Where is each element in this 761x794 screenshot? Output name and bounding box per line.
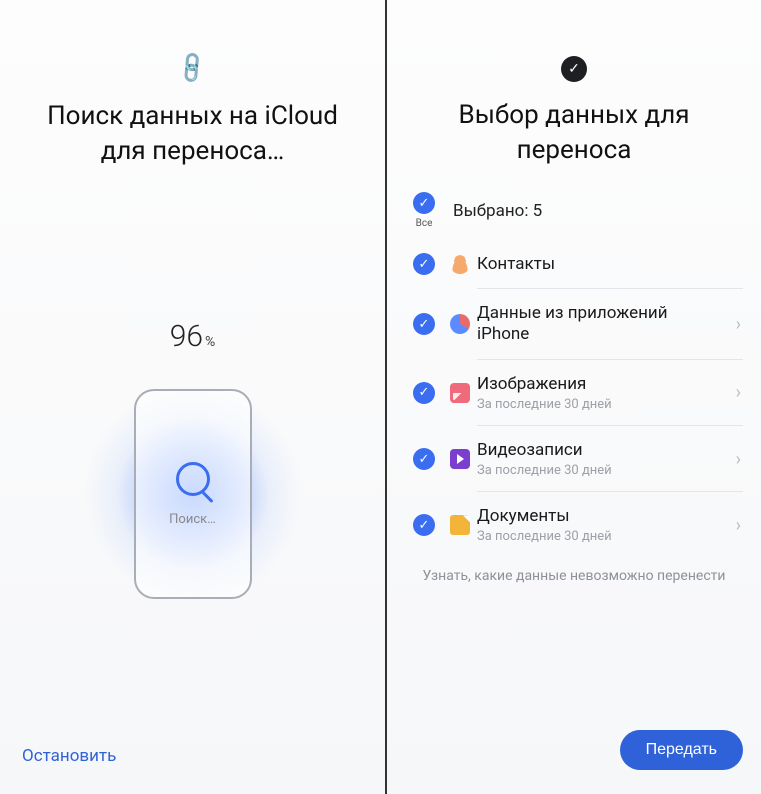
transfer-button[interactable]: Передать: [620, 730, 743, 770]
select-screen: ✓ Выбор данных для переноса ✓ Все Выбран…: [386, 0, 761, 794]
selected-count: Выбрано: 5: [453, 201, 542, 221]
item-label: Документы: [477, 506, 718, 527]
item-sublabel: За последние 30 дней: [477, 397, 718, 412]
item-label: Изображения: [477, 374, 718, 395]
app-data-icon: [450, 314, 470, 334]
select-all-control[interactable]: ✓ Все: [405, 192, 443, 229]
list-item-images[interactable]: ✓ Изображения За последние 30 дней ›: [387, 360, 761, 426]
checkbox-all-icon[interactable]: ✓: [413, 192, 435, 214]
search-title: Поиск данных на iCloud для переноса…: [0, 81, 385, 169]
stop-button[interactable]: Остановить: [22, 746, 116, 766]
select-all-label: Все: [416, 218, 433, 229]
item-label: Контакты: [477, 254, 725, 275]
progress-indicator: 96%: [0, 319, 385, 354]
video-icon: [450, 449, 470, 469]
select-title: Выбор данных для переноса: [387, 82, 761, 168]
header-icon-wrap: ✓: [387, 0, 761, 82]
chevron-right-icon: ›: [736, 449, 743, 470]
document-icon: [450, 515, 470, 535]
checkbox-icon[interactable]: ✓: [413, 448, 435, 470]
chevron-right-icon: ›: [736, 515, 743, 536]
checkbox-icon[interactable]: ✓: [413, 382, 435, 404]
item-sublabel: За последние 30 дней: [477, 463, 718, 478]
checkbox-icon[interactable]: ✓: [413, 514, 435, 536]
bottom-bar: Передать: [387, 714, 761, 794]
item-sublabel: За последние 30 дней: [477, 529, 718, 544]
chevron-right-icon: ›: [736, 382, 743, 403]
header-icon-wrap: 🔗: [0, 0, 385, 81]
search-status-label: Поиск…: [169, 512, 216, 527]
search-icon: [176, 462, 210, 496]
select-all-row[interactable]: ✓ Все Выбрано: 5: [387, 168, 761, 235]
contact-icon: [450, 254, 470, 274]
item-label: Видеозаписи: [477, 440, 718, 461]
list-item-videos[interactable]: ✓ Видеозаписи За последние 30 дней ›: [387, 426, 761, 492]
progress-value: 96: [170, 319, 203, 354]
progress-unit: %: [205, 334, 215, 350]
image-icon: [450, 383, 470, 403]
phone-outline: Поиск…: [134, 389, 252, 599]
chevron-right-icon: ›: [736, 314, 743, 335]
data-type-list: ✓ Контакты ✓ Данные из приложений iPhone…: [387, 235, 761, 558]
search-screen: 🔗 Поиск данных на iCloud для переноса… 9…: [0, 0, 386, 794]
checkbox-icon[interactable]: ✓: [413, 253, 435, 275]
bottom-bar: Остановить: [0, 726, 385, 794]
check-badge-icon: ✓: [561, 56, 587, 82]
checkbox-icon[interactable]: ✓: [413, 313, 435, 335]
phone-illustration: Поиск…: [0, 364, 385, 624]
list-item-app-data[interactable]: ✓ Данные из приложений iPhone ›: [387, 289, 761, 360]
item-label: Данные из приложений iPhone: [477, 303, 718, 346]
unsupported-data-link[interactable]: Узнать, какие данные невозможно перенест…: [387, 558, 761, 584]
list-item-documents[interactable]: ✓ Документы За последние 30 дней ›: [387, 492, 761, 558]
list-item-contacts[interactable]: ✓ Контакты: [387, 239, 761, 289]
